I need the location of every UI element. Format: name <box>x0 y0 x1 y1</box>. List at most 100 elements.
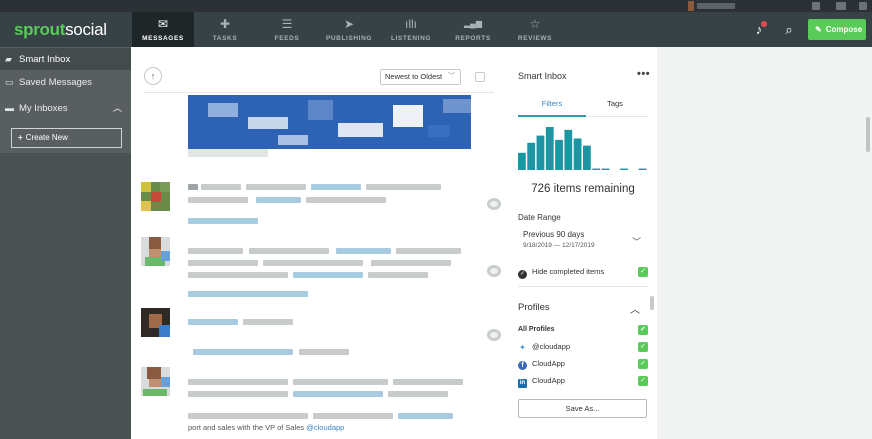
notification-dot <box>761 21 767 27</box>
compose-button[interactable]: ✎ Compose <box>808 19 866 40</box>
page-margin <box>657 47 872 439</box>
nav-reports[interactable]: ▂▄▆ REPORTS <box>442 12 504 47</box>
nav-publishing[interactable]: ➤ PUBLISHING <box>318 12 380 47</box>
histogram-bar <box>601 168 610 170</box>
user-avatar[interactable] <box>688 1 694 11</box>
chevron-up-icon[interactable]: ︿ <box>630 301 640 316</box>
plus-icon: + <box>18 133 23 142</box>
nav-feeds-label: FEEDS <box>274 35 300 42</box>
panel-scrollbar[interactable] <box>650 296 654 310</box>
profile-row-facebook[interactable]: f CloudApp ✓ <box>518 358 648 370</box>
compose-icon: ✎ <box>815 25 822 34</box>
post-caption: port and sales with the VP of Sales @clo… <box>188 423 344 432</box>
sidebar-item-label: My Inboxes <box>19 103 68 114</box>
profile-label: CloudApp <box>532 376 565 385</box>
page-scrollbar[interactable] <box>866 117 870 152</box>
activity-histogram <box>518 127 647 170</box>
chevron-down-icon[interactable]: ﹀ <box>632 235 641 248</box>
panel-divider <box>518 286 648 287</box>
team-icon[interactable] <box>836 2 846 10</box>
settings-icon[interactable] <box>859 2 867 10</box>
histogram-bar <box>518 152 526 170</box>
profile-checkbox[interactable]: ✓ <box>638 376 648 386</box>
profile-label: @cloudapp <box>532 342 571 351</box>
tab-filters[interactable]: Filters <box>518 99 586 108</box>
star-icon: ☆ <box>529 17 541 31</box>
nav-messages-label: MESSAGES <box>142 35 184 42</box>
nav-tasks[interactable]: ✚ TASKS <box>194 12 256 47</box>
chevron-up-icon[interactable]: ︿ <box>113 97 122 119</box>
sidebar-item-my-inboxes[interactable]: ▬ My Inboxes ︿ <box>0 97 131 119</box>
histogram-bar <box>545 127 554 170</box>
post-avatar[interactable] <box>141 308 170 337</box>
hide-completed-checkbox[interactable]: ✓ <box>638 267 648 277</box>
logo-sprout: sprout <box>14 20 66 39</box>
profile-checkbox[interactable]: ✓ <box>638 342 648 352</box>
twitter-icon: ✦ <box>519 343 526 352</box>
tab-tags[interactable]: Tags <box>586 99 644 108</box>
sidebar-item-label: Smart Inbox <box>19 54 71 65</box>
comment-icon[interactable] <box>487 329 501 341</box>
nav-reviews-label: REVIEWS <box>517 35 553 42</box>
scroll-top-button[interactable]: ↑ <box>144 67 162 85</box>
logo-social: social <box>65 20 107 39</box>
nav-reports-label: REPORTS <box>455 35 491 42</box>
sidebar-item-smart-inbox[interactable]: ▰ Smart Inbox <box>0 48 131 70</box>
nav-reviews[interactable]: ☆ REVIEWS <box>504 12 566 47</box>
histogram-bar <box>592 168 601 170</box>
chevron-down-icon: ﹀ <box>448 73 455 80</box>
feed-divider <box>144 92 494 93</box>
list-icon: ☰ <box>281 17 293 31</box>
date-range-label: Date Range <box>518 213 561 222</box>
nav-listening-label: LISTENING <box>390 35 432 42</box>
sidebar-item-saved-messages[interactable]: ▭ Saved Messages <box>0 71 131 93</box>
main-nav: sproutsocial ✉ MESSAGES ✚ TASKS ☰ FEEDS … <box>0 12 872 47</box>
compose-label: Compose <box>825 25 863 34</box>
create-new-button[interactable]: + Create New <box>11 128 122 148</box>
panel-title: Smart Inbox <box>518 71 567 81</box>
profile-row-all[interactable]: All Profiles ✓ <box>518 324 648 336</box>
select-all-checkbox[interactable] <box>475 72 485 82</box>
histogram-bar <box>620 168 628 170</box>
inbox-icon: ▰ <box>5 54 12 64</box>
date-range-value[interactable]: Previous 90 days <box>523 230 584 239</box>
nav-tasks-label: TASKS <box>212 35 238 42</box>
profile-row-linkedin[interactable]: in CloudApp ✓ <box>518 375 648 388</box>
hide-completed-row[interactable]: ✓ Hide completed items ✓ <box>518 266 648 279</box>
items-remaining: 726 items remaining <box>531 183 635 195</box>
profile-checkbox[interactable]: ✓ <box>638 325 648 335</box>
add-icon[interactable] <box>812 2 820 10</box>
histogram-bar <box>527 142 536 170</box>
more-options-icon[interactable]: ••• <box>637 68 650 80</box>
sprout-social-logo[interactable]: sproutsocial <box>14 20 107 40</box>
search-icon[interactable]: ⌕ <box>781 22 797 38</box>
profile-checkbox[interactable]: ✓ <box>638 359 648 369</box>
histogram-bar <box>564 129 573 170</box>
caption-mention-link[interactable]: @cloudapp <box>306 423 344 432</box>
redacted-media[interactable] <box>188 95 471 157</box>
nav-messages[interactable]: ✉ MESSAGES <box>132 12 194 47</box>
histogram-bar <box>555 139 563 170</box>
nav-feeds[interactable]: ☰ FEEDS <box>256 12 318 47</box>
sort-value: Newest to Oldest <box>385 72 443 81</box>
sort-select[interactable]: Newest to Oldest ﹀ <box>380 69 461 85</box>
create-new-label: Create New <box>25 133 68 142</box>
nav-publishing-label: PUBLISHING <box>325 35 373 42</box>
profile-label: CloudApp <box>532 359 565 368</box>
post-avatar[interactable] <box>141 367 170 396</box>
user-name-redacted <box>697 3 735 9</box>
comment-icon[interactable] <box>487 265 501 277</box>
nav-listening[interactable]: ıllı LISTENING <box>380 12 442 47</box>
system-top-bar <box>0 0 872 12</box>
bar-chart-icon: ▂▄▆ <box>464 19 482 28</box>
envelope-icon: ✉ <box>157 17 169 31</box>
paper-plane-icon: ➤ <box>343 17 355 31</box>
post-avatar[interactable] <box>141 182 170 211</box>
save-as-button[interactable]: Save As... <box>518 399 647 418</box>
post-avatar[interactable] <box>141 237 170 266</box>
histogram-bar <box>536 135 545 170</box>
profile-row-twitter[interactable]: ✦ @cloudapp ✓ <box>518 341 648 353</box>
comment-icon[interactable] <box>487 198 501 210</box>
histogram-bar <box>573 138 582 170</box>
histogram-bar <box>583 145 591 170</box>
